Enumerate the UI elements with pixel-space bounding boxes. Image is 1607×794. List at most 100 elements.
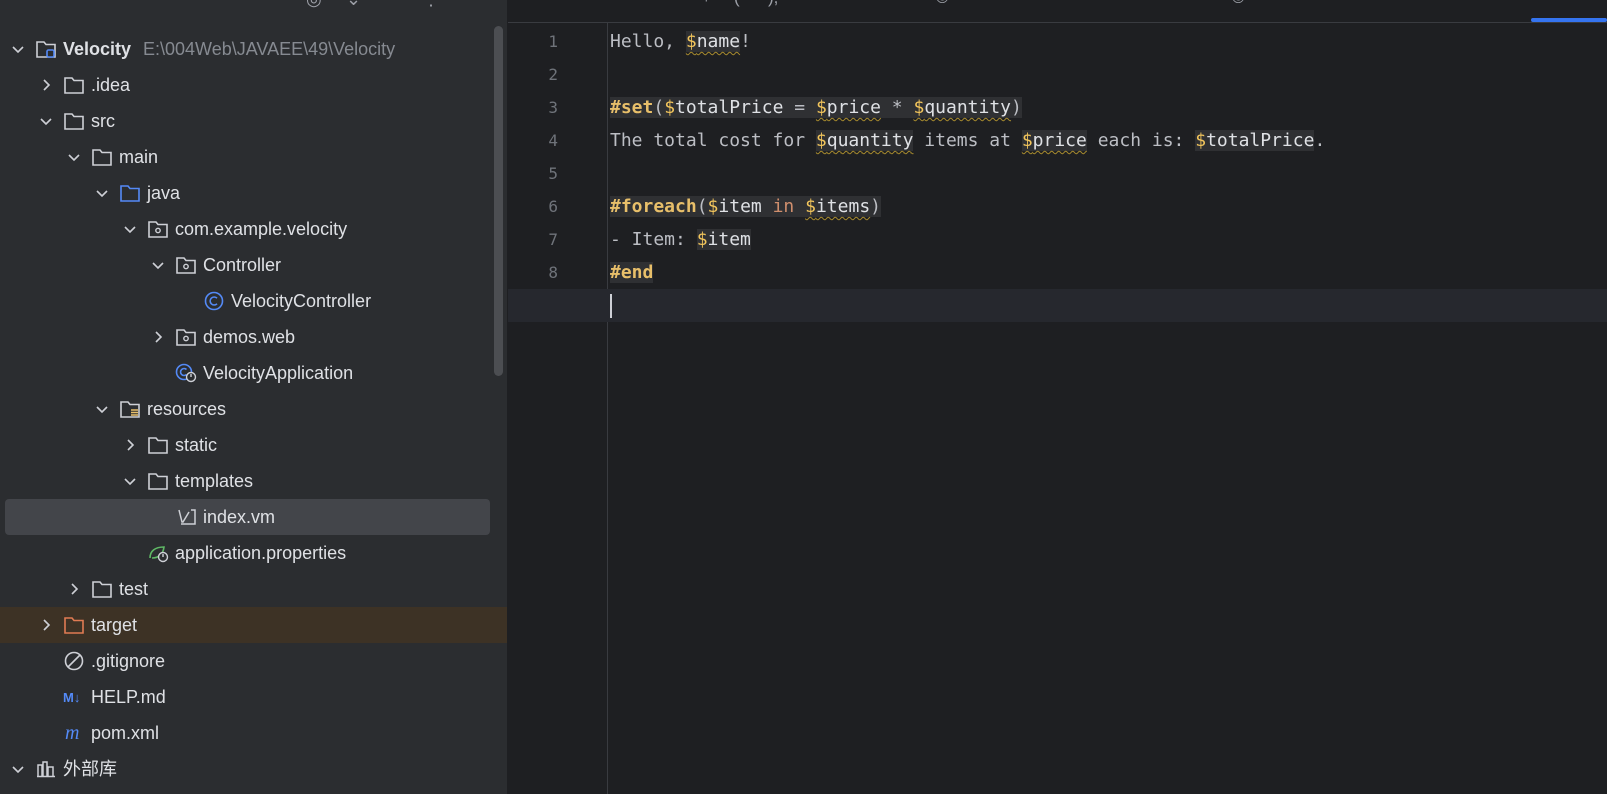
project-panel: ▀▀ ◎ ⌄ ⌃ ⋮ Velocity E:\004Web\JAVAEE\49\V…	[0, 0, 508, 794]
svg-text:m: m	[65, 723, 79, 743]
velocity-file-icon	[175, 507, 197, 527]
tree-row[interactable]: M↓ HELP.md	[0, 679, 490, 715]
folder-icon	[63, 111, 85, 131]
folder-icon	[91, 147, 113, 167]
code-line: #end	[608, 256, 1607, 289]
code-line: #foreach($item in $items)	[610, 196, 881, 217]
tree-item-label: .gitignore	[91, 651, 166, 671]
expand-all-icon[interactable]: ⌄	[346, 0, 361, 10]
folder-icon	[147, 471, 169, 491]
tree-item-label: resources	[147, 399, 227, 419]
locate-icon[interactable]: ◎	[306, 0, 322, 10]
velocity-variable: $quantity	[815, 130, 914, 151]
tree-item-label: pom.xml	[91, 723, 160, 743]
editor-area[interactable]: ···ᵖ····(·····), ©········· ©······· ᵉ 1…	[508, 0, 1607, 794]
tree-item-label: static	[175, 435, 218, 455]
chevron-down-icon[interactable]	[10, 31, 26, 67]
tree-row[interactable]: 外部库	[0, 751, 490, 787]
tree-row[interactable]: test	[0, 571, 490, 607]
chevron-right-icon[interactable]	[66, 571, 82, 607]
velocity-directive: #foreach	[610, 196, 697, 217]
tree-item-label: src	[91, 111, 115, 131]
package-icon	[175, 255, 197, 275]
line-number: 2	[548, 65, 558, 84]
editor-tab-partial[interactable]: ©·······	[1232, 0, 1284, 8]
package-icon	[175, 327, 197, 347]
tree-item-label: templates	[175, 471, 254, 491]
tree-row[interactable]: static	[0, 427, 490, 463]
tree-row[interactable]: VelocityController	[0, 283, 490, 319]
tree-scrollbar[interactable]	[494, 26, 503, 376]
tree-row[interactable]: com.example.velocity	[0, 211, 490, 247]
tree-row[interactable]: resources	[0, 391, 490, 427]
tree-row[interactable]: java	[0, 175, 490, 211]
tree-item-label: demos.web	[203, 327, 296, 347]
velocity-directive: #end	[610, 262, 654, 283]
tree-row[interactable]: demos.web	[0, 319, 490, 355]
tree-item-label: VelocityApplication	[203, 363, 354, 383]
velocity-variable: $totalPrice	[664, 97, 784, 118]
collapse-all-icon[interactable]: ⌃	[384, 0, 399, 10]
editor-tab-active-partial[interactable]: ᵉ	[1536, 0, 1542, 8]
tree-row[interactable]: VelocityApplication	[0, 355, 490, 391]
editor-tab-partial[interactable]: ···ᵖ····(·····),	[688, 0, 778, 8]
tree-row[interactable]: .gitignore	[0, 643, 490, 679]
code-line: Hello, $name!	[610, 31, 751, 52]
code-content[interactable]: Hello, $name! #set($totalPrice = $price …	[508, 25, 1607, 322]
chevron-down-icon[interactable]	[38, 103, 54, 139]
line-number: 8	[548, 263, 558, 282]
tree-row[interactable]: src	[0, 103, 490, 139]
chevron-right-icon[interactable]	[38, 67, 54, 103]
tree-item-label: com.example.velocity	[175, 219, 348, 239]
tree-row[interactable]: index.vm	[0, 499, 490, 535]
chevron-right-icon[interactable]	[38, 607, 54, 643]
tree-row[interactable]: Controller	[0, 247, 490, 283]
chevron-right-icon[interactable]	[122, 427, 138, 463]
chevron-down-icon[interactable]	[122, 211, 138, 247]
velocity-variable: $item	[696, 229, 751, 250]
chevron-down-icon[interactable]	[94, 391, 110, 427]
folder-icon	[63, 75, 85, 95]
module-path: E:\004Web\JAVAEE\49\Velocity	[143, 39, 396, 59]
line-number: 6	[548, 197, 558, 216]
code-line: - Item: $item	[610, 229, 751, 250]
tree-row[interactable]: target	[0, 607, 507, 643]
active-tab-indicator	[1531, 18, 1607, 22]
ignore-file-icon	[63, 651, 85, 671]
editor-tab-partial[interactable]: ©·········	[936, 0, 999, 8]
chevron-down-icon[interactable]	[66, 139, 82, 175]
text-caret	[610, 294, 612, 318]
panel-title-fragment: ▀▀	[20, 0, 46, 10]
tree-item-label: test	[119, 579, 149, 599]
tree-item-label: HELP.md	[91, 687, 166, 707]
spring-boot-class-icon	[175, 363, 197, 383]
velocity-variable: $items	[805, 196, 871, 217]
tree-item-label: Controller	[203, 255, 282, 275]
tree-row[interactable]: Velocity E:\004Web\JAVAEE\49\Velocity	[0, 31, 490, 67]
tree-item-label: java	[147, 183, 181, 203]
tree-item-label: target	[91, 615, 138, 635]
tree-row[interactable]: m pom.xml	[0, 715, 490, 751]
tree-row[interactable]: application.properties	[0, 535, 490, 571]
tree-item-label: VelocityController	[231, 291, 372, 311]
folder-icon	[147, 435, 169, 455]
code-line-current	[508, 289, 1607, 322]
tree-row[interactable]: main	[0, 139, 490, 175]
library-icon	[35, 759, 57, 779]
project-tree: Velocity E:\004Web\JAVAEE\49\Velocity .ide…	[0, 31, 507, 787]
chevron-down-icon[interactable]	[150, 247, 166, 283]
markdown-icon: M↓	[63, 687, 85, 707]
tree-row[interactable]: .idea	[0, 67, 490, 103]
chevron-down-icon[interactable]	[122, 463, 138, 499]
spring-properties-icon	[147, 543, 169, 563]
chevron-down-icon[interactable]	[10, 751, 26, 787]
tree-row[interactable]: templates	[0, 463, 490, 499]
chevron-down-icon[interactable]	[94, 175, 110, 211]
options-icon[interactable]: ⋮	[422, 0, 440, 10]
velocity-variable: $totalPrice	[1195, 130, 1315, 151]
excluded-folder-icon	[63, 615, 85, 635]
chevron-right-icon[interactable]	[150, 319, 166, 355]
folder-icon	[91, 579, 113, 599]
editor-tabbar: ···ᵖ····(·····), ©········· ©······· ᵉ	[508, 0, 1607, 23]
